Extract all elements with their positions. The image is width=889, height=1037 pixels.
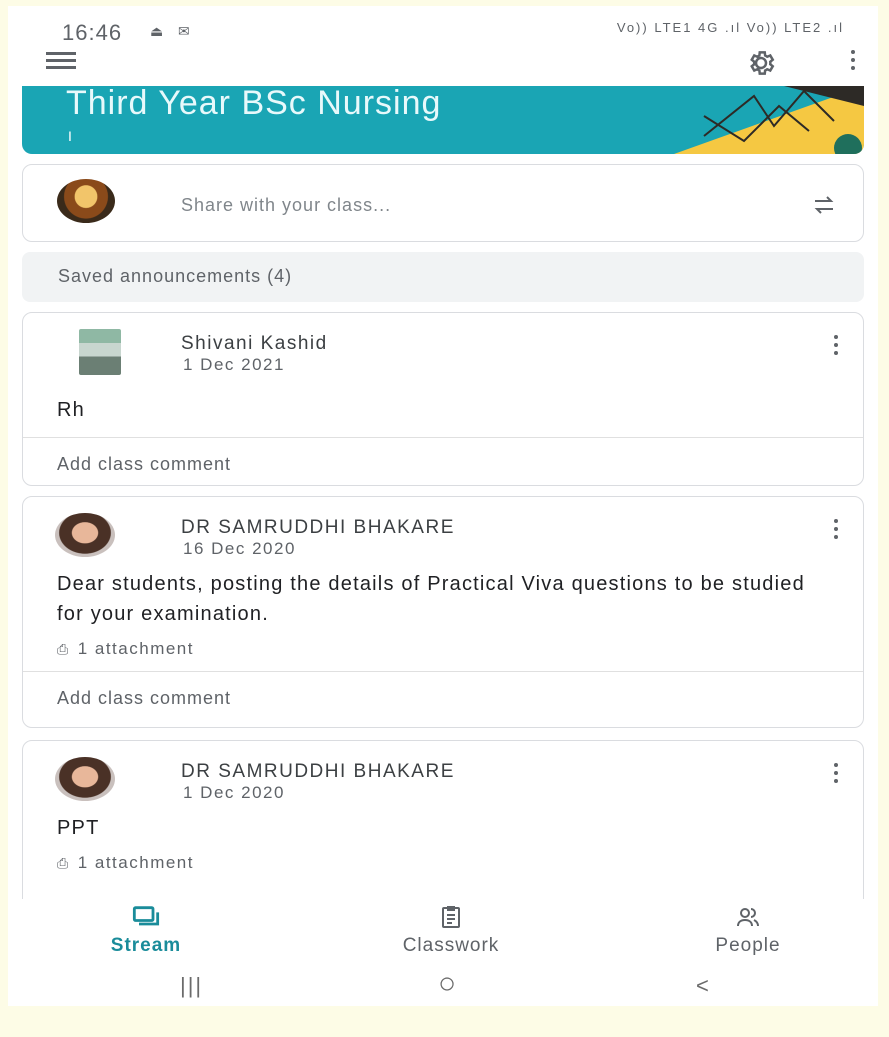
add-comment[interactable]: Add class comment xyxy=(23,437,863,490)
post-more-icon[interactable] xyxy=(833,763,839,787)
home-button[interactable]: ○ xyxy=(438,967,456,1001)
signal-indicators: Vo)) LTE1 4G .ıl Vo)) LTE2 .ıl xyxy=(616,20,844,35)
paperclip-icon: ⎙ xyxy=(57,855,70,871)
class-title: Third Year BSc Nursing xyxy=(66,86,442,122)
author-avatar xyxy=(55,757,115,801)
post-date: 1 Dec 2021 xyxy=(183,355,285,374)
share-input[interactable]: Share with your class... xyxy=(181,195,391,216)
paperclip-icon: ⎙ xyxy=(57,641,70,657)
class-section: I xyxy=(68,128,72,144)
classwork-icon xyxy=(442,906,460,928)
add-comment-label: Add class comment xyxy=(57,688,232,708)
stream-icon xyxy=(132,906,160,926)
attachment-link[interactable]: ⎙ 1 attachment xyxy=(23,629,863,671)
back-button[interactable]: < xyxy=(696,973,709,999)
post-author: Shivani Kashid xyxy=(181,333,328,354)
tab-stream[interactable]: Stream xyxy=(46,905,246,957)
post-date: 16 Dec 2020 xyxy=(183,539,296,558)
tab-classwork[interactable]: Classwork xyxy=(351,905,551,957)
post-author: DR SAMRUDDHI BHAKARE xyxy=(181,761,455,782)
saved-announcements[interactable]: Saved announcements (4) xyxy=(22,252,864,302)
tab-people[interactable]: People xyxy=(648,905,848,957)
post-body: Dear students, posting the details of Pr… xyxy=(57,573,805,625)
bottom-navigation: Stream Classwork People xyxy=(8,899,878,969)
add-comment[interactable]: Add class comment xyxy=(23,671,863,724)
post-header: Shivani Kashid 1 Dec 2021 xyxy=(23,313,863,379)
status-time: 16:46 xyxy=(62,20,123,45)
attachment-link[interactable]: ⎙ 1 attachment xyxy=(23,843,863,885)
post-header: DR SAMRUDDHI BHAKARE 1 Dec 2020 xyxy=(23,741,863,807)
post-more-icon[interactable] xyxy=(833,335,839,359)
announcement-card[interactable]: DR SAMRUDDHI BHAKARE 16 Dec 2020 Dear st… xyxy=(22,496,864,728)
attachment-label: 1 attachment xyxy=(77,639,194,658)
author-avatar xyxy=(79,329,121,375)
attachment-label: 1 attachment xyxy=(77,853,194,872)
add-comment-label: Add class comment xyxy=(57,454,232,474)
class-banner[interactable]: Third Year BSc Nursing I xyxy=(22,86,864,154)
post-author: DR SAMRUDDHI BHAKARE xyxy=(181,517,455,538)
message-icon: ✉ xyxy=(178,23,190,39)
announcement-card[interactable]: Shivani Kashid 1 Dec 2021 Rh Add class c… xyxy=(22,312,864,486)
hamburger-menu-icon[interactable] xyxy=(46,52,76,70)
gear-icon[interactable] xyxy=(746,48,776,78)
phone-screen: 16:46 ⏏ ✉ Vo)) LTE1 4G .ıl Vo)) LTE2 .ıl… xyxy=(8,6,878,1006)
tab-stream-label: Stream xyxy=(110,935,182,956)
tab-people-label: People xyxy=(715,935,781,956)
tab-classwork-label: Classwork xyxy=(402,935,500,956)
post-body: Rh xyxy=(57,399,85,421)
status-bar: 16:46 ⏏ ✉ Vo)) LTE1 4G .ıl Vo)) LTE2 .ıl xyxy=(8,6,878,50)
system-navigation: ||| ○ < xyxy=(8,967,878,1006)
post-body: PPT xyxy=(57,817,100,839)
saved-announcements-label: Saved announcements (4) xyxy=(58,266,293,286)
post-more-icon[interactable] xyxy=(833,519,839,543)
banner-illustration xyxy=(674,86,864,154)
more-options-icon[interactable] xyxy=(850,50,856,74)
share-box[interactable]: Share with your class... xyxy=(22,164,864,242)
usb-icon: ⏏ xyxy=(150,23,164,39)
author-avatar xyxy=(55,513,115,557)
user-avatar xyxy=(57,179,115,223)
post-header: DR SAMRUDDHI BHAKARE 16 Dec 2020 xyxy=(23,497,863,563)
post-date: 1 Dec 2020 xyxy=(183,783,285,802)
people-icon xyxy=(737,908,759,927)
recents-button[interactable]: ||| xyxy=(180,973,203,999)
repost-icon[interactable] xyxy=(811,193,837,217)
